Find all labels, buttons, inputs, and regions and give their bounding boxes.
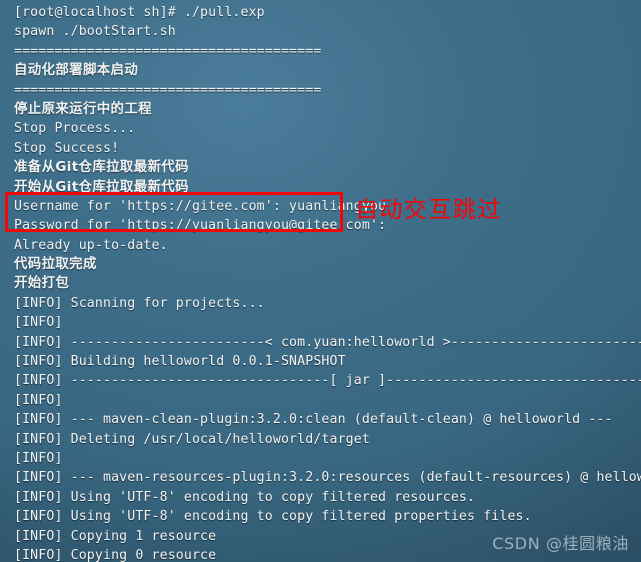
terminal-line: Stop Process... [14,121,136,137]
terminal-line: [INFO] Building helloworld 0.0.1-SNAPSHO… [14,354,346,370]
terminal-line: [INFO] --- maven-resources-plugin:3.2.0:… [14,470,641,486]
terminal-line: [root@localhost sh]# ./pull.exp [14,5,265,20]
terminal-line: Password for 'https://yuanliangyou@gitee… [14,218,395,234]
terminal-line: 准备从Git仓库拉取最新代码 [14,160,189,176]
terminal-line: Stop Success! [14,140,120,156]
terminal-output[interactable]: [root@localhost sh]# ./pull.exp spawn ./b… [0,0,641,562]
terminal-line: Username for 'https://gitee.com': yuanli… [14,198,387,214]
terminal-window[interactable]: [root@localhost sh]# ./pull.exp spawn ./b… [0,0,641,562]
terminal-line: [INFO] [14,392,71,408]
terminal-line: [INFO] --------------------------------[… [14,373,641,389]
terminal-line: [INFO] [14,315,71,331]
terminal-line: 开始从Git仓库拉取最新代码 [14,179,189,195]
terminal-line: ====================================== [14,82,322,98]
terminal-line: [INFO] Using 'UTF-8' encoding to copy fi… [14,489,476,505]
terminal-line: [INFO] ------------------------< com.yua… [14,334,641,350]
terminal-line: spawn ./bootStart.sh [14,24,176,40]
terminal-line: 代码拉取完成 [14,257,97,273]
terminal-line: ====================================== [14,43,322,59]
annotation-label: 自动交互跳过 [355,197,502,223]
terminal-line: [INFO] Deleting /usr/local/helloworld/ta… [14,431,370,447]
terminal-line: [INFO] Scanning for projects... [14,295,265,311]
terminal-line: 自动化部署脚本启动 [14,63,139,79]
terminal-line: 停止原来运行中的工程 [14,101,152,117]
terminal-line: [INFO] --- maven-clean-plugin:3.2.0:clea… [14,412,613,428]
terminal-line: [INFO] [14,450,71,466]
terminal-line: 开始打包 [14,276,70,292]
csdn-watermark: CSDN @桂圆粮油 [492,534,629,553]
terminal-line: Already up-to-date. [14,237,168,253]
terminal-line: [INFO] Using 'UTF-8' encoding to copy fi… [14,509,532,525]
